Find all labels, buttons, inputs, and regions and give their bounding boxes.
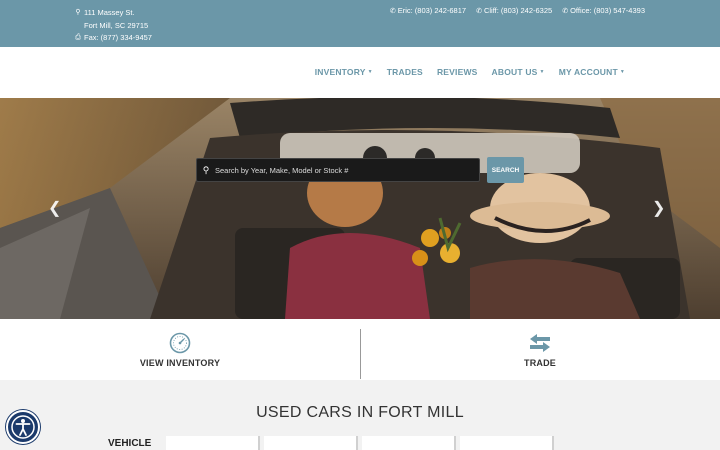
trade-link[interactable]: TRADE <box>360 319 720 380</box>
phone-label: Cliff: (803) 242-6325 <box>483 6 553 15</box>
phone-eric[interactable]: ✆ Eric: (803) 242-6817 <box>390 6 466 15</box>
vehicle-card[interactable] <box>460 436 554 450</box>
fax-icon: ⎙ <box>75 34 81 41</box>
nav-label: TRADES <box>386 67 423 77</box>
nav-item-inventory[interactable]: INVENTORY ▼ <box>315 67 373 77</box>
carousel-next-icon[interactable]: ❯ <box>652 198 665 218</box>
hero-banner: ⚲ SEARCH ❮ ❯ <box>0 98 720 319</box>
hero-image <box>0 98 720 319</box>
nav-item-my-account[interactable]: MY ACCOUNT ▼ <box>559 67 625 77</box>
phone-office[interactable]: ✆ Office: (803) 547-4393 <box>562 6 645 15</box>
carousel-prev-icon[interactable]: ❮ <box>48 198 61 218</box>
address-block: ⚲ 111 Massey St. Fort Mill, SC 29715 ⎙ Fax… <box>75 7 152 45</box>
nav-label: INVENTORY <box>314 67 366 77</box>
vehicle-card[interactable] <box>264 436 358 450</box>
phone-cliff[interactable]: ✆ Cliff: (803) 242-6325 <box>476 6 552 15</box>
phone-list: ✆ Eric: (803) 242-6817 ✆ Cliff: (803) 242-… <box>390 6 645 15</box>
search-button[interactable]: SEARCH <box>487 157 524 183</box>
speedometer-icon <box>169 332 191 353</box>
phone-icon: ✆ <box>562 7 569 15</box>
caret-down-icon: ▼ <box>367 69 373 75</box>
caret-down-icon: ▼ <box>619 69 625 75</box>
phone-label: Eric: (803) 242-6817 <box>397 6 467 15</box>
vehicle-card[interactable] <box>166 436 260 450</box>
nav-menu: INVENTORY ▼ TRADES REVIEWS ABOUT US ▼ MY A… <box>315 67 625 77</box>
phone-label: Office: (803) 547-4393 <box>570 6 645 15</box>
nav-label: ABOUT US <box>491 67 538 77</box>
vehicle-label: VEHICLE <box>108 438 152 449</box>
nav-item-trades[interactable]: TRADES <box>387 67 423 77</box>
nav-label: REVIEWS <box>436 67 478 77</box>
phone-icon: ✆ <box>476 7 482 15</box>
view-inventory-label: VIEW INVENTORY <box>139 357 221 368</box>
trade-label: TRADE <box>524 357 556 368</box>
phone-icon: ✆ <box>389 7 396 15</box>
address-line2[interactable]: Fort Mill, SC 29715 <box>84 20 148 33</box>
search-input[interactable] <box>215 165 470 175</box>
search-icon: ⚲ <box>202 164 210 175</box>
nav-item-reviews[interactable]: REVIEWS <box>437 67 478 77</box>
main-navbar: INVENTORY ▼ TRADES REVIEWS ABOUT US ▼ MY A… <box>0 47 720 98</box>
map-marker-icon: ⚲ <box>75 9 81 16</box>
page-heading: USED CARS IN FORT MILL <box>256 404 464 421</box>
caret-down-icon: ▼ <box>539 69 545 75</box>
trade-arrows-icon <box>530 333 550 352</box>
nav-item-about-us[interactable]: ABOUT US ▼ <box>492 67 545 77</box>
inventory-search: ⚲ <box>196 158 480 182</box>
accessibility-button[interactable] <box>6 410 40 444</box>
nav-label: MY ACCOUNT <box>558 67 618 77</box>
fax-number: Fax: (877) 334-9457 <box>84 33 152 42</box>
top-info-bar: ⚲ 111 Massey St. Fort Mill, SC 29715 ⎙ Fax… <box>0 0 720 47</box>
view-inventory-link[interactable]: VIEW INVENTORY <box>0 319 360 380</box>
accessibility-icon <box>11 415 35 439</box>
quick-links: VIEW INVENTORY TRADE <box>0 319 720 380</box>
vehicle-card[interactable] <box>362 436 456 450</box>
address-line1[interactable]: 111 Massey St. <box>84 7 135 20</box>
